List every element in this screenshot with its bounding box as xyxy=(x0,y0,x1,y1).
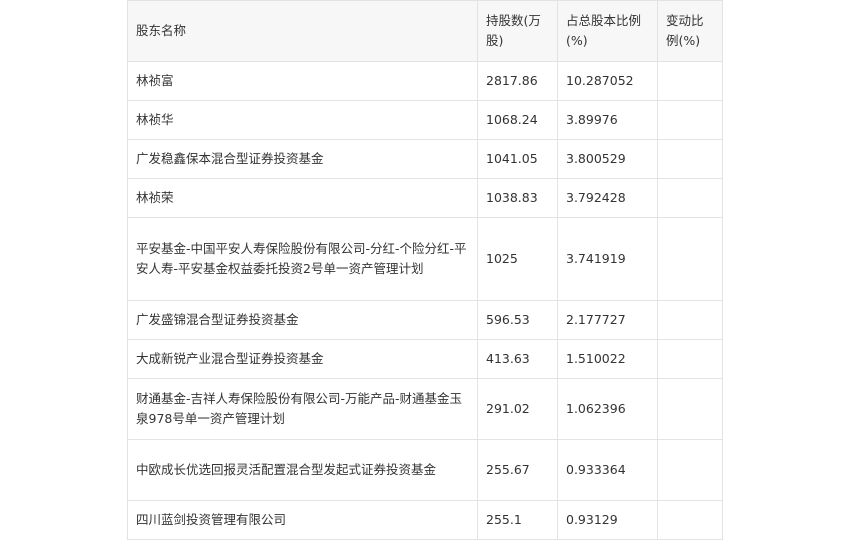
table-body: 林祯富 2817.86 10.287052 林祯华 1068.24 3.8997… xyxy=(127,61,723,540)
table-row: 林祯华 1068.24 3.89976 xyxy=(127,100,723,140)
header-shares: 持股数(万股) xyxy=(477,0,558,62)
header-ratio: 占总股本比例(%) xyxy=(557,0,658,62)
change-ratio xyxy=(657,378,723,440)
share-ratio: 3.800529 xyxy=(557,139,658,179)
shareholder-name: 广发稳鑫保本混合型证券投资基金 xyxy=(127,139,478,179)
shares-held: 596.53 xyxy=(477,300,558,340)
share-ratio: 1.062396 xyxy=(557,378,658,440)
share-ratio: 0.93129 xyxy=(557,500,658,540)
header-shareholder-name: 股东名称 xyxy=(127,0,478,62)
change-ratio xyxy=(657,500,723,540)
table-row: 中欧成长优选回报灵活配置混合型发起式证券投资基金 255.67 0.933364 xyxy=(127,439,723,501)
table-row: 林祯富 2817.86 10.287052 xyxy=(127,61,723,101)
shareholder-name: 四川蓝剑投资管理有限公司 xyxy=(127,500,478,540)
shares-held: 255.1 xyxy=(477,500,558,540)
share-ratio: 10.287052 xyxy=(557,61,658,101)
shares-held: 1025 xyxy=(477,217,558,301)
header-row: 股东名称 持股数(万股) 占总股本比例(%) 变动比例(%) xyxy=(127,0,723,62)
share-ratio: 3.792428 xyxy=(557,178,658,218)
shares-held: 1068.24 xyxy=(477,100,558,140)
table-row: 广发稳鑫保本混合型证券投资基金 1041.05 3.800529 xyxy=(127,139,723,179)
share-ratio: 2.177727 xyxy=(557,300,658,340)
shareholder-name: 大成新锐产业混合型证券投资基金 xyxy=(127,339,478,379)
shareholder-name: 林祯富 xyxy=(127,61,478,101)
change-ratio xyxy=(657,339,723,379)
table-header: 股东名称 持股数(万股) 占总股本比例(%) 变动比例(%) xyxy=(127,0,723,62)
change-ratio xyxy=(657,439,723,501)
share-ratio: 1.510022 xyxy=(557,339,658,379)
table-row: 平安基金-中国平安人寿保险股份有限公司-分红-个险分红-平安人寿-平安基金权益委… xyxy=(127,217,723,301)
table-row: 广发盛锦混合型证券投资基金 596.53 2.177727 xyxy=(127,300,723,340)
header-change: 变动比例(%) xyxy=(657,0,723,62)
table-row: 林祯荣 1038.83 3.792428 xyxy=(127,178,723,218)
change-ratio xyxy=(657,61,723,101)
share-ratio: 0.933364 xyxy=(557,439,658,501)
shareholder-name: 财通基金-吉祥人寿保险股份有限公司-万能产品-财通基金玉泉978号单一资产管理计… xyxy=(127,378,478,440)
change-ratio xyxy=(657,100,723,140)
shareholder-name: 广发盛锦混合型证券投资基金 xyxy=(127,300,478,340)
change-ratio xyxy=(657,139,723,179)
shareholder-name: 林祯荣 xyxy=(127,178,478,218)
shareholder-name: 林祯华 xyxy=(127,100,478,140)
shares-held: 2817.86 xyxy=(477,61,558,101)
shares-held: 255.67 xyxy=(477,439,558,501)
shares-held: 1038.83 xyxy=(477,178,558,218)
shareholders-table: 股东名称 持股数(万股) 占总股本比例(%) 变动比例(%) 林祯富 2817.… xyxy=(127,0,723,540)
shareholder-name: 中欧成长优选回报灵活配置混合型发起式证券投资基金 xyxy=(127,439,478,501)
change-ratio xyxy=(657,217,723,301)
change-ratio xyxy=(657,300,723,340)
table-row: 四川蓝剑投资管理有限公司 255.1 0.93129 xyxy=(127,500,723,540)
share-ratio: 3.89976 xyxy=(557,100,658,140)
shares-held: 291.02 xyxy=(477,378,558,440)
table-row: 大成新锐产业混合型证券投资基金 413.63 1.510022 xyxy=(127,339,723,379)
share-ratio: 3.741919 xyxy=(557,217,658,301)
change-ratio xyxy=(657,178,723,218)
shares-held: 413.63 xyxy=(477,339,558,379)
table-row: 财通基金-吉祥人寿保险股份有限公司-万能产品-财通基金玉泉978号单一资产管理计… xyxy=(127,378,723,440)
shares-held: 1041.05 xyxy=(477,139,558,179)
shareholder-name: 平安基金-中国平安人寿保险股份有限公司-分红-个险分红-平安人寿-平安基金权益委… xyxy=(127,217,478,301)
